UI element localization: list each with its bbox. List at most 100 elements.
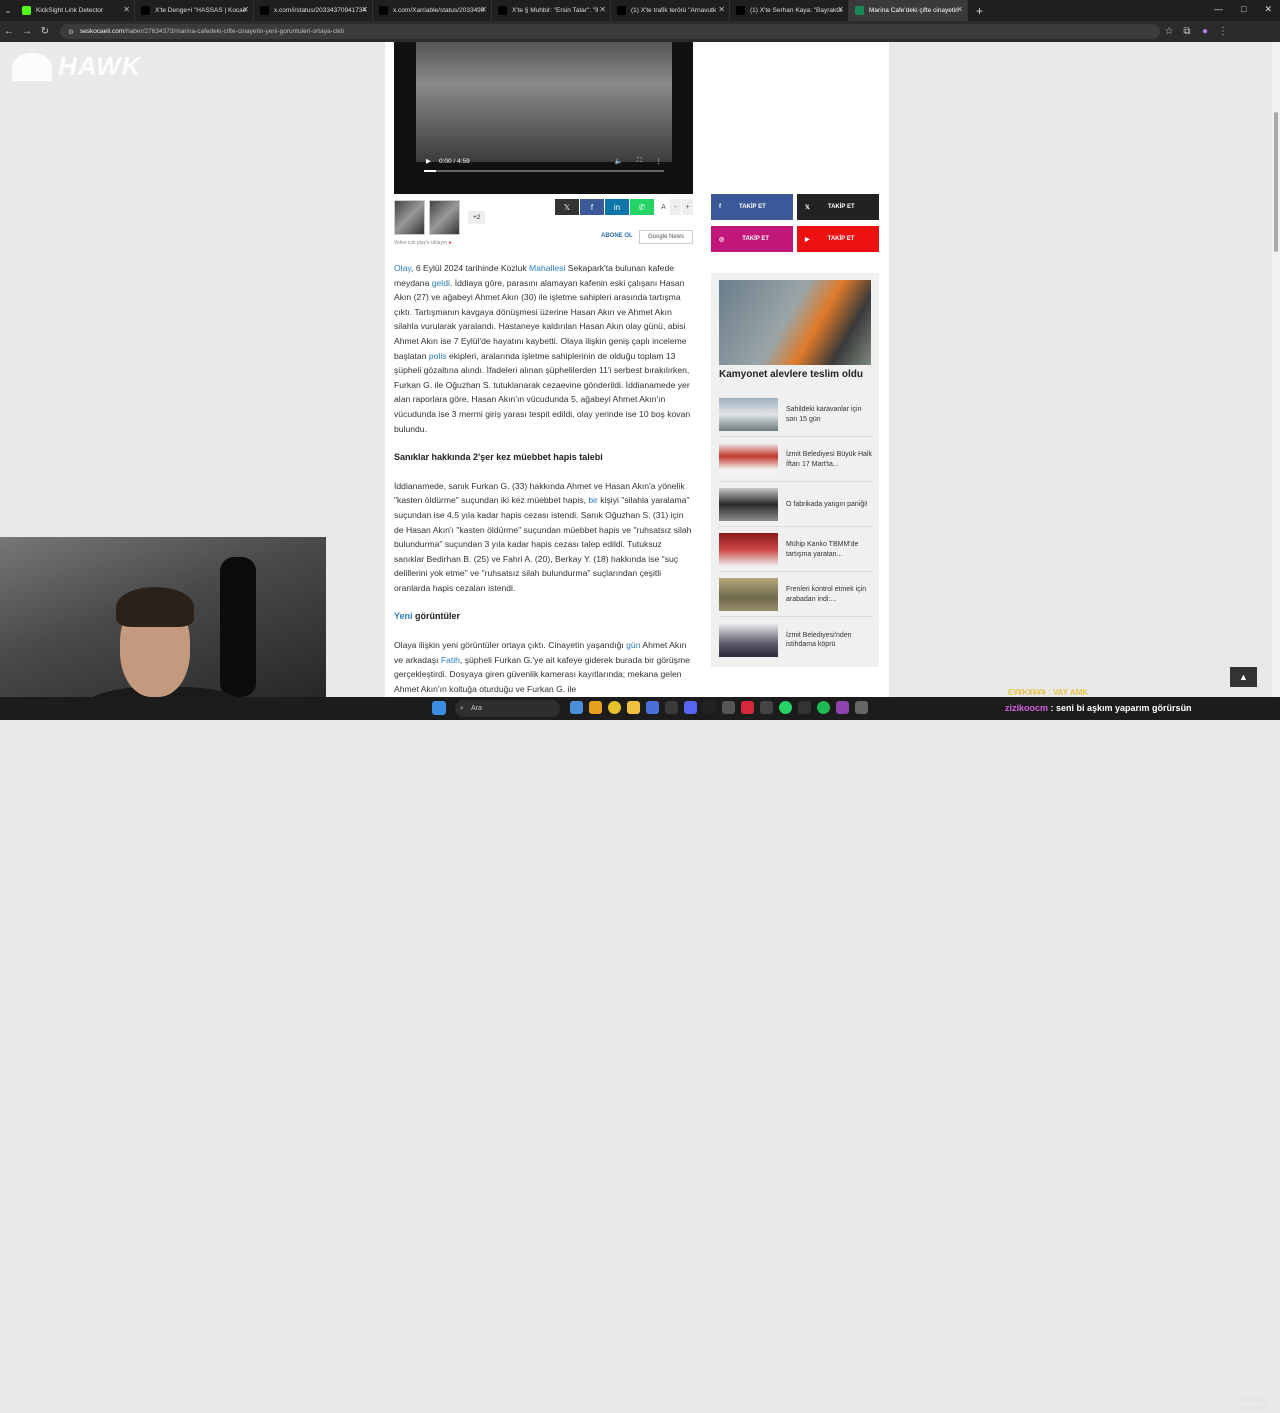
reload-icon[interactable]: ↻ — [36, 26, 54, 37]
close-tab-icon[interactable]: ✕ — [956, 5, 963, 14]
system-clock[interactable]: 3:55:14 ÖS 16.03.2026 — [1240, 1397, 1268, 1413]
close-tab-icon[interactable]: ✕ — [718, 5, 725, 14]
list-item[interactable]: Sahildeki karavanlar için son 15 gün — [719, 393, 873, 437]
discord-icon[interactable] — [684, 701, 697, 714]
app-icon[interactable] — [855, 701, 868, 714]
app-icon[interactable] — [589, 701, 602, 714]
url-field[interactable]: ⚙ seskocaeli.com /haber/27634373/marina-… — [60, 24, 1160, 39]
app-icon[interactable] — [836, 701, 849, 714]
browser-tab[interactable]: KickSight Link Detector ✕ — [16, 0, 135, 21]
instagram-follow-button[interactable]: ◎ TAKİP ET — [711, 226, 793, 252]
spotify-icon[interactable] — [817, 701, 830, 714]
share-linkedin-icon[interactable]: in — [605, 199, 629, 215]
app-icon[interactable] — [722, 701, 735, 714]
browser-tab[interactable]: x.com/i/status/20334370941734 ✕ — [254, 0, 373, 21]
site-info-icon[interactable]: ⚙ — [68, 28, 74, 36]
chrome-icon[interactable] — [608, 701, 621, 714]
hero-news-title[interactable]: Kamyonet alevlere teslim oldu — [719, 369, 863, 380]
x-follow-button[interactable]: 𝕏 TAKİP ET — [797, 194, 879, 220]
bookmark-star-icon[interactable]: ☆ — [1160, 26, 1178, 37]
browser-tab[interactable]: X'te Denge+i "HASSAS | Kocae ✕ — [135, 0, 254, 21]
profile-icon[interactable]: ● — [1196, 26, 1214, 37]
new-tab-button[interactable]: + — [976, 4, 983, 18]
more-options-icon[interactable]: ⋮ — [656, 157, 663, 165]
google-news-button[interactable]: Google News — [639, 230, 693, 244]
play-icon[interactable]: ▶ — [426, 157, 431, 165]
close-tab-icon[interactable]: ✕ — [242, 5, 249, 14]
scroll-to-top-button[interactable]: ▲ — [1230, 667, 1257, 687]
app-icon[interactable] — [760, 701, 773, 714]
link-mahallesi[interactable]: Mahallesi — [529, 263, 565, 273]
youtube-follow-button[interactable]: ▶ TAKİP ET — [797, 226, 879, 252]
font-increase-button[interactable]: + — [682, 199, 693, 215]
back-icon[interactable]: ← — [0, 26, 18, 37]
share-whatsapp-icon[interactable]: ✆ — [630, 199, 654, 215]
follow-label: TAKİP ET — [827, 204, 855, 210]
hero-news-image[interactable] — [719, 280, 871, 365]
app-icon[interactable] — [741, 701, 754, 714]
taskbar-search-text: Ara — [471, 705, 482, 712]
link-olay[interactable]: Olay — [394, 263, 411, 273]
forward-icon[interactable]: → — [18, 26, 36, 37]
facebook-follow-button[interactable]: f TAKİP ET — [711, 194, 793, 220]
news-thumb — [719, 533, 778, 566]
maximize-icon[interactable]: □ — [1241, 4, 1246, 15]
browser-tab[interactable]: Marina Cafe'deki çifte cinayetin ✕ — [849, 0, 968, 21]
close-tab-icon[interactable]: ✕ — [599, 5, 606, 14]
close-tab-icon[interactable]: ✕ — [361, 5, 368, 14]
list-item[interactable]: İzmit Belediyesi Büyük Halk İftarı 17 Ma… — [719, 438, 873, 482]
gallery-thumb[interactable] — [429, 200, 460, 235]
link-geldi[interactable]: geldi — [432, 278, 450, 288]
link-gun[interactable]: gün — [626, 640, 640, 650]
extensions-icon[interactable]: ⧉ — [1178, 26, 1196, 37]
browser-tab[interactable]: X'te § Muhbir: "Ersin Tatar": "İl ✕ — [492, 0, 611, 21]
gallery-thumb[interactable] — [394, 200, 425, 235]
list-item[interactable]: O fabrikada yangın paniği! — [719, 483, 873, 527]
app-icon[interactable] — [703, 701, 716, 714]
app-icon[interactable] — [665, 701, 678, 714]
close-tab-icon[interactable]: ✕ — [480, 5, 487, 14]
menu-icon[interactable]: ⋮ — [1214, 26, 1232, 37]
paragraph-1: Olay, 6 Eylül 2024 tarihinde Kozluk Maha… — [394, 261, 694, 436]
link-yeni[interactable]: Yeni — [394, 611, 413, 621]
text: görüntüler — [412, 611, 461, 622]
list-item[interactable]: Frenleri kontrol etmek için arabadan ind… — [719, 573, 873, 617]
subscribe-label[interactable]: ABONE OL — [601, 233, 633, 239]
link-polis[interactable]: polis — [429, 351, 447, 361]
clock-time: 3:55:14 ÖS — [1240, 1398, 1268, 1404]
x-icon: 𝕏 — [805, 204, 810, 211]
text: , 6 Eylül 2024 tarihinde Kozluk — [411, 263, 530, 273]
page-scrollbar[interactable] — [1272, 42, 1280, 697]
browser-tab[interactable]: (1) X'te trafik terörü "Arnavutk ✕ — [611, 0, 730, 21]
whatsapp-icon[interactable] — [779, 701, 792, 714]
close-tab-icon[interactable]: ✕ — [123, 5, 130, 14]
list-item[interactable]: Mühip Kanko TBMM'de tartışma yaratan... — [719, 528, 873, 572]
share-x-icon[interactable]: 𝕏 — [555, 199, 579, 215]
video-progress-bar[interactable] — [424, 170, 664, 172]
windows-start-icon[interactable] — [432, 701, 446, 715]
app-icon[interactable] — [798, 701, 811, 714]
close-tab-icon[interactable]: ✕ — [837, 5, 844, 14]
browser-tab[interactable]: (1) X'te Serhan Kaya: "Bayrakta ✕ — [730, 0, 849, 21]
sk-icon — [855, 6, 864, 15]
app-icon[interactable] — [570, 701, 583, 714]
link-bir[interactable]: bir — [588, 495, 598, 505]
more-media-count[interactable]: +2 — [468, 211, 486, 224]
explorer-icon[interactable] — [627, 701, 640, 714]
video-player[interactable]: ▶ 0:00 / 4:59 🔈 ⛶ ⋮ — [394, 42, 693, 194]
taskbar-search[interactable]: ⌕ Ara — [455, 700, 560, 717]
browser-tab[interactable]: x.com/Xarriable/status/2033490 ✕ — [373, 0, 492, 21]
list-item[interactable]: İzmit Belediyesi'nden istihdama köprü — [719, 618, 873, 662]
tab-list-icon[interactable]: ⌄ — [0, 6, 16, 15]
close-window-icon[interactable]: ✕ — [1264, 4, 1272, 15]
tab-title: x.com/i/status/20334370941734 — [274, 7, 367, 14]
minimize-icon[interactable]: — — [1214, 4, 1223, 15]
scrollbar-thumb[interactable] — [1274, 112, 1278, 252]
font-decrease-button[interactable]: - — [670, 199, 681, 215]
tab-title: (1) X'te Serhan Kaya: "Bayrakta — [750, 7, 842, 14]
volume-icon[interactable]: 🔈 — [615, 157, 623, 165]
app-icon[interactable] — [646, 701, 659, 714]
link-fatih[interactable]: Fatih — [441, 655, 460, 665]
fullscreen-icon[interactable]: ⛶ — [637, 157, 642, 165]
share-facebook-icon[interactable]: f — [580, 199, 604, 215]
